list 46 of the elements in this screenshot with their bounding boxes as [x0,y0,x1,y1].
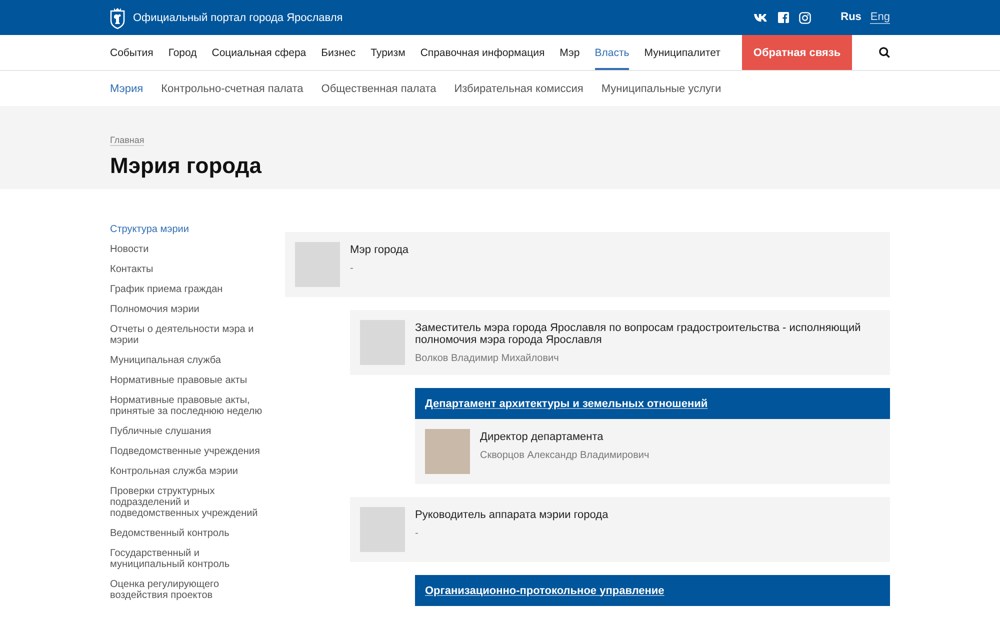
sidebar-link[interactable]: Муниципальная служба [110,355,272,366]
sidebar-link[interactable]: Нормативные правовые акты [110,375,272,386]
sidebar-link[interactable]: Подведомственные учреждения [110,446,272,457]
department-link[interactable]: Организационно-протокольное управление [425,584,664,596]
sidebar-link[interactable]: Проверки структурных подразделений и подведомственных учреждений [110,486,272,519]
page-title: Мэрия города [110,153,263,179]
sidebar-link[interactable]: Структура мэрии [110,224,272,235]
sidebar-link[interactable]: Нормативные правовые акты, принятые за последнюю неделю [110,395,272,417]
feedback-button[interactable]: Обратная связь [742,35,852,70]
sidebar-link[interactable]: Ведомственный контроль [110,528,272,539]
nav-link[interactable]: Муниципалитет [644,35,720,70]
nav-link[interactable]: Мэр [560,35,580,70]
position-title: Руководитель аппарата мэрии города [415,509,608,521]
department-link[interactable]: Департамент архитектуры и земельных отношений [425,398,708,410]
nav-link[interactable]: Справочная информация [420,35,545,70]
sidebar-link[interactable]: Государственный и муниципальный контроль [110,548,272,570]
nav-link[interactable]: Город [168,35,197,70]
subnav-link[interactable]: Контрольно-счетная палата [161,82,304,94]
sidebar-link[interactable]: Полномочия мэрии [110,304,272,315]
sidebar-link[interactable]: Контакты [110,264,272,275]
nav-link[interactable]: Социальная сфера [212,35,306,70]
portal-title[interactable]: Официальный портал города Ярославля [133,12,343,24]
position-title: Заместитель мэра города Ярославля по вопросам градостроительства - исполняющий полномочия мэра города Ярославля [415,322,862,346]
person-name: Волков Владимир Михайлович [415,353,560,364]
sidebar-link[interactable]: Новости [110,244,272,255]
sidebar-link[interactable]: Отчеты о деятельности мэра и мэрии [110,324,272,346]
subnav-link[interactable]: Муниципальные услуги [601,82,722,94]
person-name: - [350,263,354,274]
sidebar-link[interactable]: Оценка регулирующего воздействия проектов [110,579,272,601]
subnav-link[interactable]: Избирательная комиссия [454,82,584,94]
position-title: Директор департамента [480,431,604,443]
person-name: - [415,528,420,539]
sidebar-link[interactable]: Публичные слушания [110,426,272,437]
subnav-link[interactable]: Мэрия [110,82,144,94]
person-name: Скворцов Александр Владимирович [480,450,650,461]
nav-link[interactable]: Власть [594,35,630,70]
language-link[interactable]: Rus [840,11,862,24]
nav-link[interactable]: Бизнес [321,35,356,70]
nav-link[interactable]: Туризм [370,35,406,70]
breadcrumb-link[interactable]: Главная [110,135,144,146]
subnav-link[interactable]: Общественная палата [321,82,436,94]
position-title: Мэр города [350,244,408,256]
language-link[interactable]: Eng [870,11,890,24]
nav-link[interactable]: События [110,35,154,70]
sidebar-link[interactable]: Контрольная служба мэрии [110,466,272,477]
sidebar-link[interactable]: График приема граждан [110,284,272,295]
